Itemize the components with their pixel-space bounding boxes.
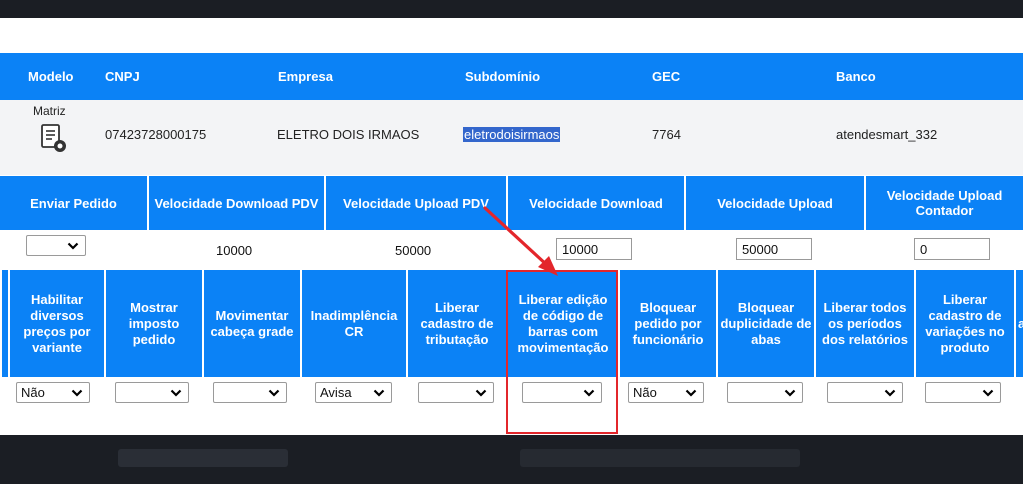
chevron-down-icon bbox=[67, 242, 79, 250]
speed-settings-table: Enviar Pedido Velocidade Download PDV Ve… bbox=[0, 176, 1023, 268]
chevron-down-icon bbox=[884, 389, 896, 397]
header-movimentar-cabeca-grade: Movimentar cabeça grade bbox=[202, 270, 300, 377]
header-modelo: Modelo bbox=[28, 69, 74, 84]
chevron-down-icon bbox=[982, 389, 994, 397]
header-cut-off: a bbox=[1014, 270, 1023, 377]
header-bloquear-duplicidade-abas: Bloquear duplicidade de abas bbox=[716, 270, 814, 377]
header-liberar-todos-periodos: Liberar todos os períodos dos relatórios bbox=[814, 270, 914, 377]
company-row: Matriz 07423728000175 ELETRO DOIS IRMAOS… bbox=[0, 100, 1023, 175]
gec-value: 7764 bbox=[652, 127, 681, 142]
header-liberar-cadastro-tributacao: Liberar cadastro de tributação bbox=[406, 270, 506, 377]
enviar-pedido-select[interactable] bbox=[26, 235, 86, 256]
company-table: Modelo CNPJ Empresa Subdomínio GEC Banco… bbox=[0, 53, 1023, 175]
header-velocidade-upload: Velocidade Upload bbox=[684, 176, 864, 230]
header-velocidade-upload-pdv: Velocidade Upload PDV bbox=[324, 176, 506, 230]
header-cnpj: CNPJ bbox=[105, 69, 140, 84]
header-habilitar-diversos-precos: Habilitar diversos preços por variante bbox=[8, 270, 104, 377]
header-banco: Banco bbox=[836, 69, 876, 84]
velocidade-download-input[interactable]: 10000 bbox=[556, 238, 632, 260]
company-table-header: Modelo CNPJ Empresa Subdomínio GEC Banco bbox=[0, 53, 1023, 100]
liberar-cadastro-variacoes-select[interactable] bbox=[925, 382, 1001, 403]
subdominio-value: eletrodoisirmaos bbox=[463, 127, 561, 142]
header-gec: GEC bbox=[652, 69, 681, 84]
header-liberar-cadastro-variacoes: Liberar cadastro de variações no produto bbox=[914, 270, 1014, 377]
banco-value: atendesmart_332 bbox=[836, 127, 938, 142]
header-inadimplencia-cr: Inadimplência CR bbox=[300, 270, 406, 377]
cnpj-value: 07423728000175 bbox=[105, 127, 207, 142]
bloquear-pedido-funcionario-select[interactable]: Não bbox=[628, 382, 704, 403]
chevron-down-icon bbox=[373, 389, 385, 397]
velocidade-upload-contador-input[interactable]: 0 bbox=[914, 238, 990, 260]
header-empresa: Empresa bbox=[278, 69, 333, 84]
header-velocidade-upload-contador: Velocidade Upload Contador bbox=[864, 176, 1023, 230]
blurred-block bbox=[520, 449, 800, 467]
modelo-label: Matriz bbox=[33, 104, 66, 118]
empresa-value: ELETRO DOIS IRMAOS bbox=[277, 127, 420, 142]
inadimplencia-cr-select[interactable]: Avisa bbox=[315, 382, 392, 403]
chevron-down-icon bbox=[268, 389, 280, 397]
chevron-down-icon bbox=[583, 389, 595, 397]
header-subdominio: Subdomínio bbox=[465, 69, 541, 84]
speed-settings-header: Enviar Pedido Velocidade Download PDV Ve… bbox=[0, 176, 1023, 230]
feature-settings-row: Não Avisa Não bbox=[0, 377, 1023, 407]
chevron-down-icon bbox=[784, 389, 796, 397]
chevron-down-icon bbox=[170, 389, 182, 397]
feature-settings-table: Habilitar diversos preços por variante M… bbox=[0, 270, 1023, 407]
header-edge bbox=[0, 270, 8, 377]
liberar-edicao-codigo-barras-select[interactable] bbox=[522, 382, 602, 403]
bloquear-duplicidade-abas-select[interactable] bbox=[727, 382, 803, 403]
blurred-block bbox=[118, 449, 288, 467]
header-enviar-pedido: Enviar Pedido bbox=[30, 195, 117, 211]
header-velocidade-download-pdv: Velocidade Download PDV bbox=[147, 176, 324, 230]
velocidade-download-pdv-value: 10000 bbox=[216, 243, 253, 258]
header-bloquear-pedido-funcionario: Bloquear pedido por funcionário bbox=[618, 270, 716, 377]
chevron-down-icon bbox=[71, 389, 83, 397]
feature-settings-header: Habilitar diversos preços por variante M… bbox=[0, 270, 1023, 377]
velocidade-upload-pdv-value: 50000 bbox=[395, 243, 432, 258]
header-mostrar-imposto-pedido: Mostrar imposto pedido bbox=[104, 270, 202, 377]
mostrar-imposto-pedido-select[interactable] bbox=[115, 382, 189, 403]
liberar-cadastro-tributacao-select[interactable] bbox=[418, 382, 494, 403]
habilitar-diversos-precos-select[interactable]: Não bbox=[16, 382, 90, 403]
velocidade-upload-input[interactable]: 50000 bbox=[736, 238, 812, 260]
header-liberar-edicao-codigo-barras: Liberar edição de código de barras com m… bbox=[506, 270, 618, 377]
liberar-todos-periodos-select[interactable] bbox=[827, 382, 903, 403]
chevron-down-icon bbox=[685, 389, 697, 397]
header-velocidade-download: Velocidade Download bbox=[506, 176, 684, 230]
blurred-background bbox=[0, 435, 1023, 484]
chevron-down-icon bbox=[475, 389, 487, 397]
movimentar-cabeca-grade-select[interactable] bbox=[213, 382, 287, 403]
speed-settings-row: 10000 50000 10000 50000 0 bbox=[0, 230, 1023, 268]
document-certificate-icon[interactable] bbox=[40, 124, 68, 154]
page: Modelo CNPJ Empresa Subdomínio GEC Banco… bbox=[0, 18, 1023, 435]
